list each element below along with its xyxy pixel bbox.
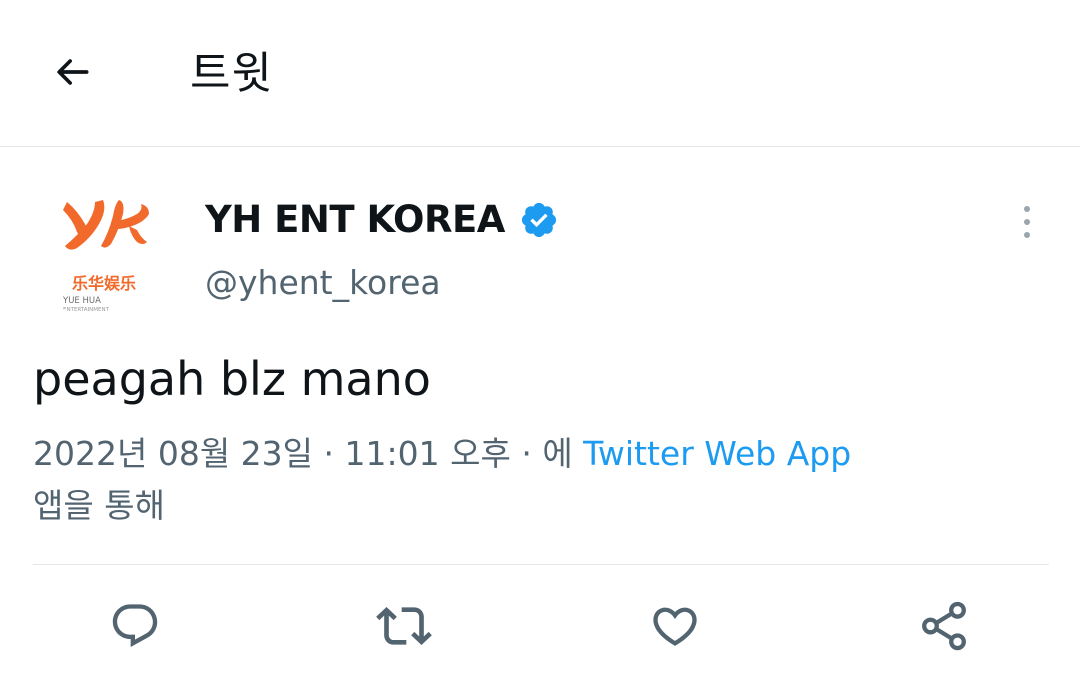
- share-icon: [917, 599, 971, 657]
- reply-button[interactable]: [107, 600, 163, 656]
- via-suffix: 앱을 통해: [33, 486, 165, 525]
- more-vertical-icon-dot: [1024, 219, 1030, 225]
- author-name[interactable]: YH ENT KOREA: [205, 197, 559, 243]
- tweet-text: peagah blz mano: [33, 352, 431, 406]
- divider: [33, 564, 1049, 565]
- author-handle[interactable]: @yhent_korea: [205, 262, 441, 304]
- verified-badge-icon: [519, 200, 559, 240]
- author-name-text: YH ENT KOREA: [205, 198, 505, 241]
- page-title: 트윗: [190, 48, 273, 99]
- yue-hua-logo: 乐华娱乐 YUE HUA ENTERTAINMENT: [62, 200, 149, 313]
- tweet-date[interactable]: 2022년 08월 23일: [33, 434, 313, 473]
- via-prefix: 에: [542, 434, 584, 473]
- meta-separator: ·: [510, 434, 543, 473]
- tweet-meta: 2022년 08월 23일 · 11:01 오후 · 에 Twitter Web…: [33, 428, 1033, 532]
- share-button[interactable]: [916, 600, 972, 656]
- like-button[interactable]: [647, 600, 703, 656]
- back-button[interactable]: [44, 46, 100, 102]
- top-app-bar: 트윗: [0, 0, 1080, 147]
- logo-chinese-text: 乐华娱乐: [72, 274, 136, 293]
- tweet-source-link[interactable]: Twitter Web App: [583, 434, 851, 473]
- retweet-icon: [376, 598, 432, 658]
- more-vertical-icon-dot: [1024, 232, 1030, 238]
- meta-separator: ·: [313, 434, 345, 473]
- reply-icon: [109, 600, 161, 656]
- more-options-button[interactable]: [1008, 198, 1046, 246]
- logo-english-line1: YUE HUA: [62, 296, 101, 306]
- avatar[interactable]: 乐华娱乐 YUE HUA ENTERTAINMENT: [33, 180, 175, 322]
- heart-icon: [649, 600, 701, 656]
- tweet-time[interactable]: 11:01 오후: [345, 434, 511, 473]
- more-vertical-icon-dot: [1024, 206, 1030, 212]
- retweet-button[interactable]: [376, 600, 432, 656]
- logo-english-line2: ENTERTAINMENT: [63, 307, 110, 313]
- arrow-left-icon: [50, 50, 94, 98]
